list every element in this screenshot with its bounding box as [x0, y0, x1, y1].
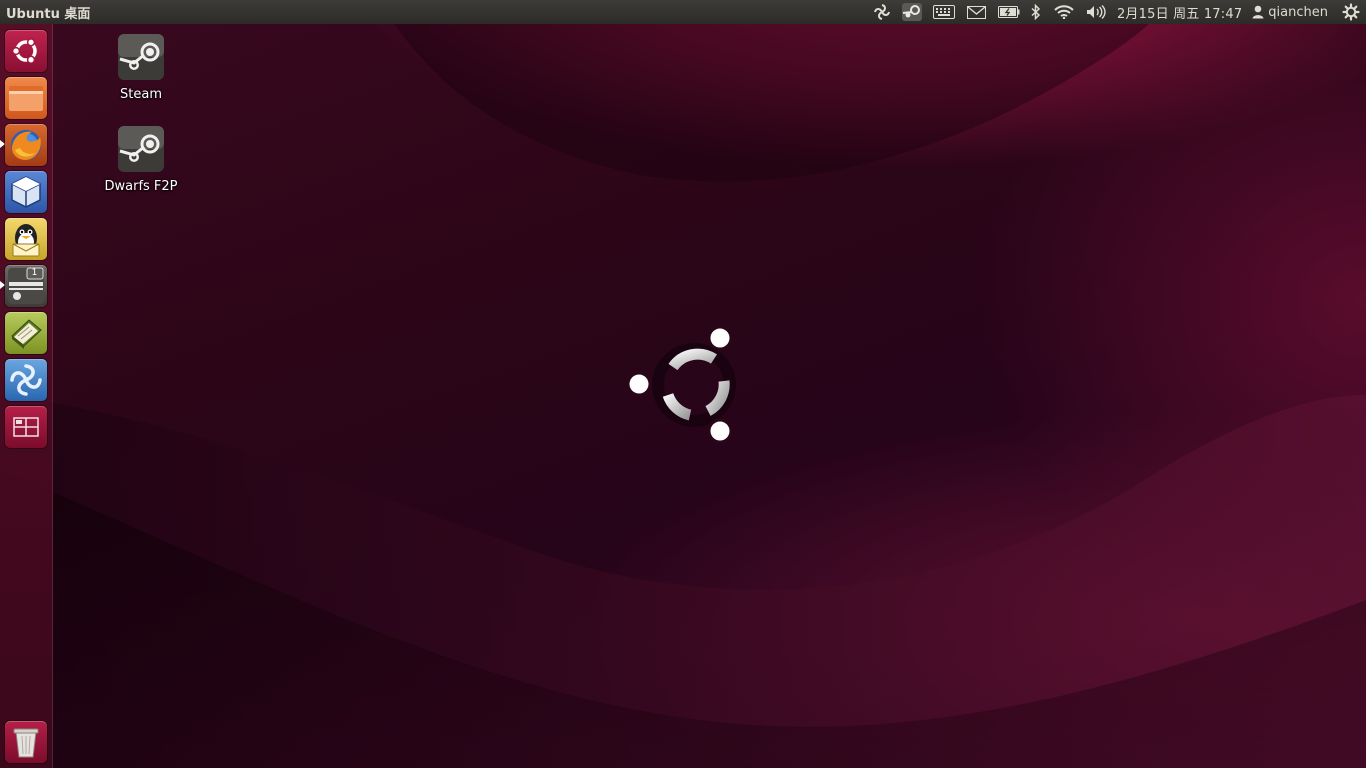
- firefox-icon: [11, 130, 41, 160]
- desktop-icon-label: Dwarfs F2P: [104, 179, 178, 194]
- clock[interactable]: 2月15日 周五 17:47: [1117, 3, 1242, 22]
- user-name: qianchen: [1268, 4, 1328, 20]
- desktop-icon-dwarfs-f2p[interactable]: Dwarfs F2P: [93, 125, 189, 194]
- ubuntu-logo-icon: [11, 38, 37, 64]
- launcher-files[interactable]: [5, 77, 47, 119]
- steam-icon: [118, 126, 164, 172]
- user-menu[interactable]: qianchen: [1252, 5, 1328, 20]
- battery-icon[interactable]: [993, 0, 1025, 24]
- launcher-dash-home[interactable]: [5, 30, 47, 72]
- workspace-icon: [13, 417, 39, 437]
- steam-icon: [118, 34, 164, 80]
- launcher-book-reader[interactable]: [5, 312, 47, 354]
- launcher: 1: [0, 24, 53, 768]
- top-panel: Ubuntu 桌面 2月15日 周五 17:47 qianchen: [0, 0, 1366, 24]
- desktop-icon-label: Steam: [120, 87, 162, 102]
- bluetooth-icon[interactable]: [1025, 0, 1047, 24]
- mail-icon[interactable]: [961, 0, 993, 24]
- window-title: Ubuntu 桌面: [6, 6, 91, 22]
- launcher-qq[interactable]: [5, 218, 47, 260]
- launcher-shotwell[interactable]: [5, 359, 47, 401]
- launcher-trash[interactable]: [5, 721, 47, 763]
- session-gear-icon[interactable]: [1336, 0, 1366, 24]
- indicator-area: 2月15日 周五 17:47 qianchen: [867, 0, 1366, 24]
- launcher-virtualbox[interactable]: [5, 171, 47, 213]
- keyboard-icon[interactable]: [927, 0, 961, 24]
- launcher-firefox[interactable]: [5, 124, 47, 166]
- volume-icon[interactable]: [1081, 0, 1111, 24]
- steam-tray-icon[interactable]: [867, 0, 897, 24]
- wifi-icon[interactable]: [1047, 0, 1081, 24]
- launcher-steam[interactable]: 1: [5, 265, 47, 307]
- penguin-icon: [12, 224, 40, 257]
- book-icon: [11, 319, 42, 349]
- user-icon: [1252, 5, 1264, 19]
- virtualbox-icon: [11, 176, 41, 208]
- shotwell-icon: [10, 364, 42, 396]
- launcher-workspace-switcher[interactable]: [5, 406, 47, 448]
- desktop-icon-steam[interactable]: Steam: [93, 33, 189, 102]
- ubuntu-logo-icon: [626, 325, 736, 444]
- steam-icon[interactable]: [897, 0, 927, 24]
- folder-icon: [9, 86, 43, 111]
- trash-icon: [13, 728, 39, 758]
- launcher-steam-badge: 1: [31, 268, 38, 278]
